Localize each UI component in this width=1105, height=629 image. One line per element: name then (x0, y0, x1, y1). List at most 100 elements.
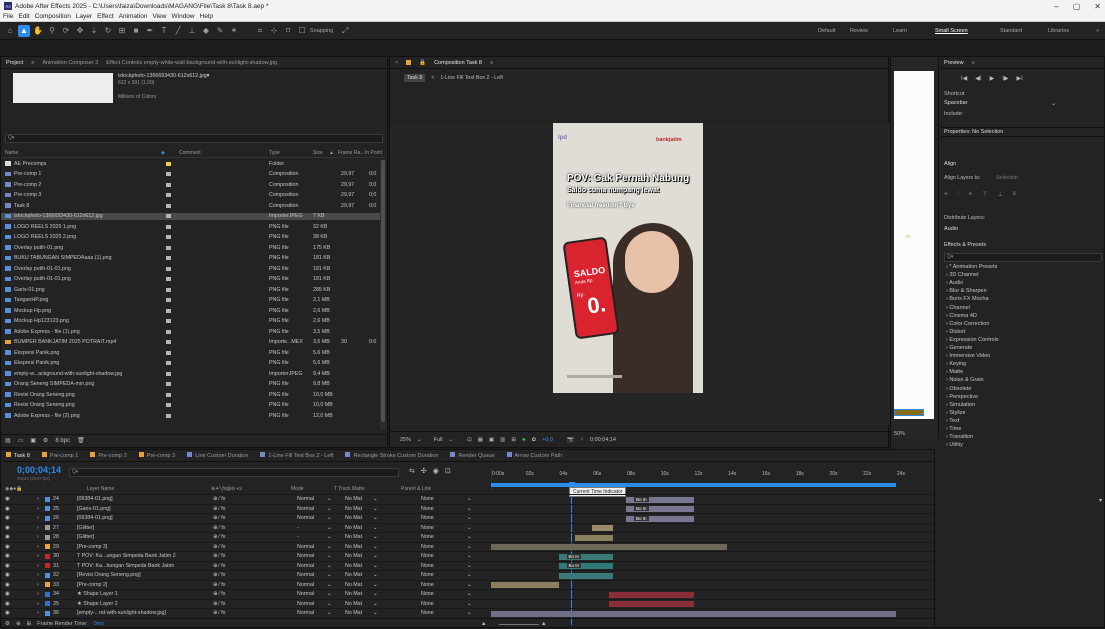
layer-track-matte-select[interactable]: No Mat (345, 572, 362, 578)
layer-row[interactable]: ◉ › 31 T POV: Ka...bungan Simpeda Bank Jati… (1, 560, 936, 570)
effect-category[interactable]: › Noise & Grain (946, 377, 984, 383)
col-track-matte[interactable]: T Track Matte (334, 486, 364, 492)
project-item[interactable]: Ekspresi Panik.png PNG file 5,6 MB (1, 349, 381, 357)
sort-up-icon[interactable]: ▲ (329, 150, 334, 156)
col-layer-name[interactable]: Layer Name (87, 486, 114, 492)
layer-duration-bar[interactable] (491, 610, 896, 617)
mode-chevron-icon[interactable]: ⌄ (327, 534, 331, 540)
layer-track-matte-select[interactable]: No Mat (345, 591, 362, 597)
project-item[interactable]: Adobe Express - file (1).png PNG file 3,5 … (1, 328, 381, 336)
layer-duration-bar[interactable] (609, 601, 694, 607)
layer-switches-icon[interactable]: ⊕ ⁄ fx (213, 591, 225, 597)
mini-viewer-zoom[interactable]: 50% (894, 431, 905, 437)
col-comment[interactable]: Comment (179, 150, 201, 156)
mode-chevron-icon[interactable]: ⌄ (327, 572, 331, 578)
preview-menu-icon[interactable]: ≡ (972, 60, 975, 66)
visibility-eye-icon[interactable]: ◉ (5, 534, 10, 540)
layer-mode-select[interactable]: Normal (297, 591, 314, 597)
effect-category[interactable]: › Color Correction (946, 321, 989, 327)
parent-chevron-icon[interactable]: ⌄ (467, 582, 471, 588)
layer-parent-select[interactable]: None (421, 601, 434, 607)
visibility-eye-icon[interactable]: ◉ (5, 572, 10, 578)
layer-mode-select[interactable]: Normal (297, 572, 314, 578)
effects-search-input[interactable]: Q▾ (944, 253, 1102, 262)
layer-row[interactable]: ◉ › 28 [Glitter] ⊕ ⁄ fx - ⌄ No Mat ⌄ None ⌄ (1, 532, 936, 541)
comp-tab-menu-icon[interactable]: ≡ (490, 60, 493, 66)
parent-chevron-icon[interactable]: ⌄ (467, 563, 471, 569)
visibility-eye-icon[interactable]: ◉ (5, 610, 10, 616)
expand-chevron-icon[interactable]: › (37, 582, 39, 588)
keyframe-marker[interactable]: Bo In (566, 553, 582, 559)
mode-chevron-icon[interactable]: ⌄ (327, 525, 331, 531)
exposure-value[interactable]: +0,0 (542, 437, 553, 443)
track-matte-chevron-icon[interactable]: ⌄ (373, 610, 377, 616)
effects-scroll-icon[interactable]: ▾ (1099, 497, 1102, 504)
project-item[interactable]: Task 8 Composition 29,97 0;0 (1, 202, 381, 210)
anchor-tool-icon[interactable]: ⊞ (116, 25, 128, 37)
layer-row[interactable]: ◉ › 29 [Pre-comp 3] ⊕ ⁄ fx Normal ⌄ No Mat ⌄ None… (1, 541, 936, 551)
restore-button[interactable]: ▢ (1073, 2, 1081, 11)
layer-label-swatch[interactable] (45, 572, 50, 578)
first-frame-button[interactable]: I◀ (961, 75, 967, 82)
layer-duration-bar[interactable]: Bo In (626, 515, 694, 522)
visibility-eye-icon[interactable]: ◉ (5, 563, 10, 569)
layer-parent-select[interactable]: None (421, 534, 434, 540)
layer-switches-icon[interactable]: ⊕ ⁄ fx (213, 601, 225, 607)
tab-animation-composer[interactable]: Animation Composer 3 (42, 60, 98, 66)
label-swatch[interactable] (166, 340, 171, 345)
effect-category[interactable]: › Cinema 4D (946, 313, 977, 319)
col-name[interactable]: Name (5, 150, 18, 156)
audio-panel[interactable]: Audio (944, 226, 958, 232)
rotate-tool-icon[interactable]: ↻ (102, 25, 114, 37)
col-mode[interactable]: Mode (291, 486, 304, 492)
layer-label-swatch[interactable] (45, 601, 50, 607)
label-swatch[interactable] (166, 277, 171, 282)
tab-effect-controls[interactable]: Effect Controls empty-white-wall-backgro… (106, 60, 277, 66)
project-item[interactable]: Revisi Orang Seneng.png PNG file 10,0 MB (1, 391, 381, 399)
expand-chevron-icon[interactable]: › (37, 515, 39, 521)
project-item[interactable]: empty-w...ackground-with-sunlight-shadow… (1, 370, 381, 378)
layer-mode-select[interactable]: Normal (297, 563, 314, 569)
layer-track-matte-select[interactable]: No Mat (345, 506, 362, 512)
expand-chevron-icon[interactable]: › (37, 525, 39, 531)
effect-category[interactable]: › Matte (946, 369, 963, 375)
layer-parent-select[interactable]: None (421, 553, 434, 559)
layer-name[interactable]: [09384-01.png] (77, 496, 207, 502)
layer-duration-bar[interactable]: Bo In (626, 506, 694, 512)
parent-chevron-icon[interactable]: ⌄ (467, 515, 471, 521)
show-snapshot-icon[interactable]: ♂ (580, 437, 584, 443)
col-type[interactable]: Type (269, 150, 280, 156)
mode-chevron-icon[interactable]: ⌄ (327, 563, 331, 569)
layer-track-matte-select[interactable]: No Mat (345, 582, 362, 588)
effect-category[interactable]: › Keying (946, 361, 966, 367)
selection-tool-icon[interactable]: ▲ (18, 24, 30, 37)
bpc-label[interactable]: 8 bpc (55, 438, 70, 444)
layer-switches-icon[interactable]: ⊕ ⁄ fx (213, 582, 225, 588)
layer-switches-icon[interactable]: ⊕ ⁄ fx (213, 572, 225, 578)
layer-name[interactable]: [09384-01.png] (77, 515, 207, 521)
timeline-tab[interactable]: 1-Line Fill Text Box 2 - Left (260, 452, 333, 459)
project-item[interactable]: Mockup Hp123123.png PNG file 2,6 MB (1, 318, 381, 326)
layer-switches-icon[interactable]: ⊕ ⁄ fx (213, 610, 225, 616)
layer-duration-bar[interactable] (491, 544, 728, 550)
label-swatch[interactable] (166, 287, 171, 292)
workspace-review[interactable]: Review (850, 22, 868, 40)
layer-row[interactable]: ◉ › 26 [09384-01.png] ⊕ ⁄ fx Normal ⌄ No Mat ⌄ No… (1, 513, 936, 522)
col-frame-rate[interactable]: Frame Ra... (338, 150, 364, 156)
layer-parent-select[interactable]: None (421, 525, 434, 531)
layer-mode-select[interactable]: Normal (297, 582, 314, 588)
snapping-label[interactable]: Snapping (310, 28, 333, 34)
project-item[interactable]: TanganHP.png PNG file 2,1 MB (1, 297, 381, 305)
layer-duration-bar[interactable]: Bo In (558, 563, 613, 569)
effect-category[interactable]: › Generate (946, 345, 972, 351)
timeline-tab[interactable]: Arrow Custom Path (506, 452, 562, 459)
layer-switches-icon[interactable]: ⊕ ⁄ fx (213, 496, 225, 502)
layer-label-swatch[interactable] (45, 544, 50, 550)
keyframe-marker[interactable]: Bo In (634, 496, 649, 502)
rectangle-tool-icon[interactable]: ■ (130, 25, 142, 37)
breadcrumb-task8[interactable]: Task 8 (404, 74, 426, 82)
graph-editor-icon[interactable]: ⊡ (445, 467, 451, 475)
transparency-grid-icon[interactable]: ▦ (478, 437, 483, 443)
label-swatch[interactable] (166, 161, 171, 166)
label-swatch[interactable] (166, 319, 171, 324)
